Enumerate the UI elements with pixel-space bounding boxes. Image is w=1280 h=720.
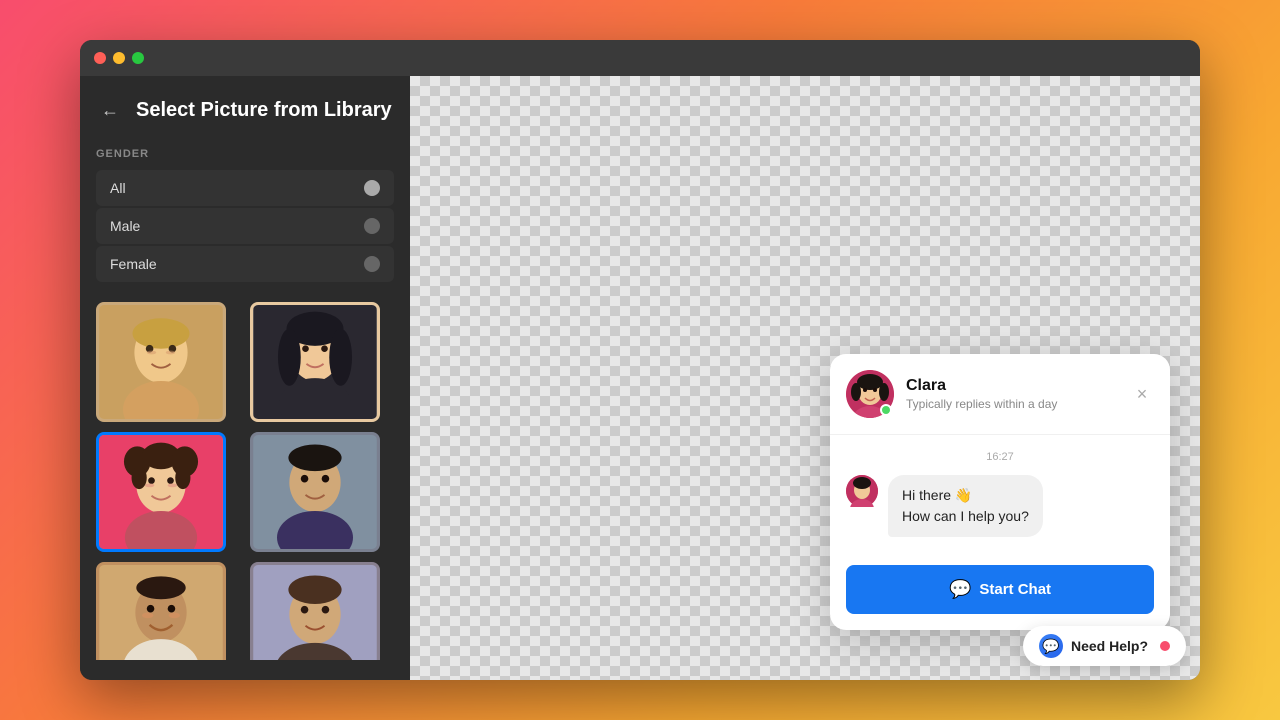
avatar-1 [99,305,223,419]
gender-female-label: Female [110,256,157,272]
photo-item-5[interactable] [96,562,226,660]
left-panel: ← Select Picture from Library GENDER All… [80,76,410,680]
chat-bubble: Hi there 👋 How can I help you? [888,475,1043,537]
chat-msg-avatar [846,475,878,507]
avatar-6 [253,565,377,660]
gender-option-female[interactable]: Female [96,246,394,282]
photo-item-4[interactable] [250,432,380,552]
need-help-icon: 💬 [1039,634,1063,658]
agent-name: Clara [906,377,1130,395]
chat-msg-avatar-svg [846,475,878,507]
radio-all [364,180,380,196]
title-bar [80,40,1200,76]
help-icon-symbol: 💬 [1042,638,1059,655]
photo-grid [96,302,394,660]
fullscreen-dot[interactable] [132,52,144,64]
back-arrow-icon: ← [101,100,119,121]
avatar-4 [253,435,377,549]
avatar-5 [99,565,223,660]
need-help-button[interactable]: 💬 Need Help? [1023,626,1186,666]
radio-female [364,256,380,272]
radio-male [364,218,380,234]
chat-close-button[interactable]: × [1130,382,1154,406]
close-dot[interactable] [94,52,106,64]
gender-label: GENDER [96,148,394,160]
chat-timestamp: 16:27 [846,451,1154,463]
chat-body: 16:27 Hi there 👋 How ca [830,435,1170,553]
chat-widget: Clara Typically replies within a day × 1… [830,354,1170,630]
photo-item-6[interactable] [250,562,380,660]
chat-footer: 💬 Start Chat [830,553,1170,630]
messenger-icon: 💬 [949,579,971,600]
agent-status: Typically replies within a day [906,397,1130,411]
back-header: ← Select Picture from Library [96,96,394,124]
gender-option-all[interactable]: All [96,170,394,206]
chat-message-body: How can I help you? [902,506,1029,527]
traffic-lights [94,52,144,64]
start-chat-button[interactable]: 💬 Start Chat [846,565,1154,614]
avatar-3 [99,435,223,549]
need-help-label: Need Help? [1071,638,1148,654]
minimize-dot[interactable] [113,52,125,64]
notification-dot [1160,641,1170,651]
gender-male-label: Male [110,218,140,234]
right-panel: Clara Typically replies within a day × 1… [410,76,1200,680]
page-title: Select Picture from Library [136,99,392,122]
window-content: ← Select Picture from Library GENDER All… [80,76,1200,680]
gender-option-male[interactable]: Male [96,208,394,244]
gender-all-label: All [110,180,126,196]
avatar-2 [253,305,377,419]
chat-header: Clara Typically replies within a day × [830,354,1170,435]
back-button[interactable]: ← [96,96,124,124]
photo-item-1[interactable] [96,302,226,422]
start-chat-label: Start Chat [979,581,1051,598]
chat-greeting: Hi there 👋 [902,485,1029,506]
app-window: ← Select Picture from Library GENDER All… [80,40,1200,680]
agent-avatar-container [846,370,894,418]
gender-options: All Male Female [96,170,394,282]
chat-header-info: Clara Typically replies within a day [906,377,1130,411]
online-indicator [880,404,892,416]
chat-message-row: Hi there 👋 How can I help you? [846,475,1154,537]
photo-item-2[interactable] [250,302,380,422]
photo-item-3[interactable] [96,432,226,552]
